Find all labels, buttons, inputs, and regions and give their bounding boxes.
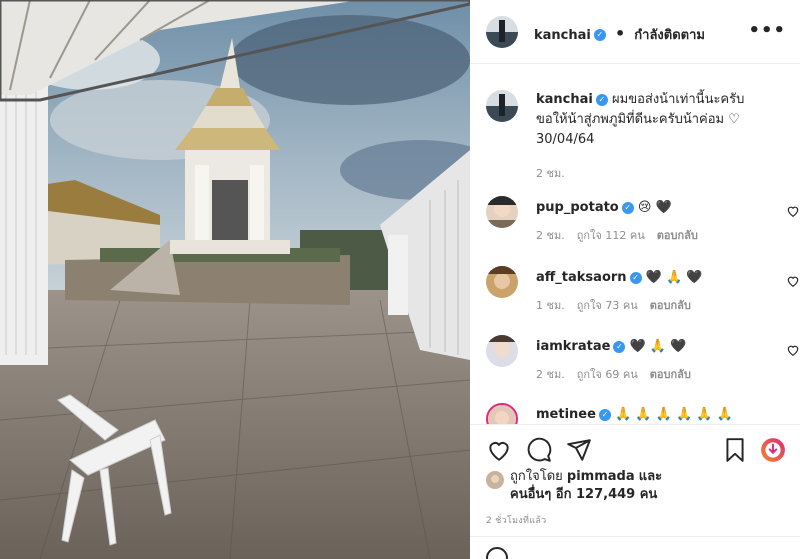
reply-button[interactable]: ตอบกลับ (650, 368, 691, 381)
author-avatar[interactable] (486, 16, 518, 48)
heart-icon[interactable] (786, 343, 800, 357)
comment-time[interactable]: 2 ชม. (536, 229, 565, 242)
verified-badge-icon: ✓ (593, 28, 606, 41)
download-badge-icon[interactable] (760, 437, 786, 463)
comment-likes[interactable]: ถูกใจ 73 คน (577, 299, 638, 312)
commenter-username[interactable]: iamkratae (536, 339, 610, 354)
caption-text: kanchai ✓ ผมขอส่งน้าเท่านี้นะครับ ขอให้น้… (536, 90, 786, 184)
caption-line-1: ผมขอส่งน้าเท่านี้นะครับ (612, 92, 745, 107)
reply-button[interactable]: ตอบกลับ (650, 299, 691, 312)
temple-photo-image (0, 0, 470, 559)
caption-username[interactable]: kanchai (536, 92, 593, 107)
caption-line-2: ขอให้น้าสู่ภพภูมิที่ดีนะครับน้าค่อม ♡ (536, 112, 740, 127)
add-comment-bar (470, 536, 800, 559)
bookmark-icon[interactable] (722, 437, 748, 463)
liked-by-prefix: ถูกใจโดย (510, 469, 563, 484)
commenter-avatar[interactable] (486, 403, 518, 425)
share-icon[interactable] (566, 437, 592, 463)
comment-item: metinee ✓ 🙏 🙏 🙏 🙏 🙏 🙏 (486, 403, 786, 425)
emoji-icon[interactable] (486, 547, 508, 559)
comment-text: 🙏 🙏 🙏 🙏 🙏 🙏 (615, 407, 733, 422)
commenter-username[interactable]: metinee (536, 407, 596, 422)
comment-icon[interactable] (526, 437, 552, 463)
caption-line-3: 30/04/64 (536, 132, 595, 147)
verified-badge-icon: ✓ (613, 340, 626, 353)
post-photo[interactable] (0, 0, 470, 559)
author-username[interactable]: kanchai (534, 28, 591, 43)
comment-text: 🖤 🙏 🖤 (629, 339, 687, 354)
post-action-bar (470, 424, 800, 474)
verified-badge-icon: ✓ (598, 408, 611, 421)
comment-text: 🖤 🙏 🖤 (645, 270, 703, 285)
post-header: kanchai ✓ • กำลังติดตาม ••• (470, 0, 800, 64)
comment-item: pup_potato ✓ 😢 🖤 2 ชม. ถูกใจ 112 คน ตอบกลับ (486, 196, 799, 256)
comment-text: 😢 🖤 (637, 200, 672, 215)
commenter-avatar[interactable] (486, 335, 518, 367)
verified-badge-icon: ✓ (595, 93, 608, 106)
verified-badge-icon: ✓ (629, 271, 642, 284)
caption-author-avatar[interactable] (486, 90, 518, 122)
commenter-avatar[interactable] (486, 196, 518, 228)
heart-icon[interactable] (486, 437, 512, 463)
liker-username[interactable]: pimmada (567, 469, 635, 484)
comment-time[interactable]: 1 ชม. (536, 299, 565, 312)
post-side-panel: kanchai ✓ • กำลังติดตาม ••• kanchai ✓ ผมขอ… (470, 0, 800, 559)
liker-avatar[interactable] (486, 471, 504, 489)
commenter-username[interactable]: pup_potato (536, 200, 619, 215)
caption-time[interactable]: 2 ชม. (536, 164, 565, 184)
comment-item: iamkratae ✓ 🖤 🙏 🖤 2 ชม. ถูกใจ 69 คน ตอบกลับ (486, 335, 799, 395)
commenter-avatar[interactable] (486, 266, 518, 298)
commenter-username[interactable]: aff_taksaorn (536, 270, 627, 285)
following-button[interactable]: กำลังติดตาม (634, 28, 705, 43)
comment-likes[interactable]: ถูกใจ 112 คน (577, 229, 645, 242)
separator-dot: • (614, 24, 626, 43)
liked-by-and: และ (638, 469, 663, 484)
verified-badge-icon: ✓ (621, 201, 634, 214)
more-icon[interactable]: ••• (748, 20, 786, 41)
likes-count-link[interactable]: คนอื่นๆ อีก 127,449 คน (510, 487, 657, 502)
heart-icon[interactable] (786, 204, 800, 218)
heart-icon[interactable] (786, 274, 800, 288)
comment-time[interactable]: 2 ชม. (536, 368, 565, 381)
comment-likes[interactable]: ถูกใจ 69 คน (577, 368, 638, 381)
post-timestamp[interactable]: 2 ชั่วโมงที่แล้ว (486, 513, 547, 527)
comment-item: aff_taksaorn ✓ 🖤 🙏 🖤 1 ชม. ถูกใจ 73 คน ตอบก… (486, 266, 799, 326)
reply-button[interactable]: ตอบกลับ (657, 229, 698, 242)
